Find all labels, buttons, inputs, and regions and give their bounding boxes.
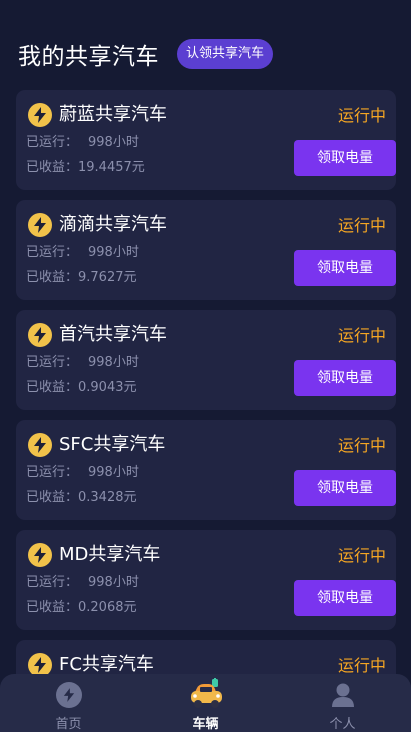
runtime-value: 998小时 — [88, 575, 139, 590]
lightning-icon — [55, 682, 82, 708]
user-icon — [331, 683, 354, 707]
car-name: 首汽共享汽车 — [59, 324, 167, 345]
car-card: 首汽共享汽车 运行中 已运行： 998小时 已收益：0.9043元 领取电量 — [16, 310, 396, 410]
tab-vehicles[interactable]: 车辆 — [151, 674, 261, 732]
earnings-text: 已收益：19.4457元 — [26, 160, 145, 175]
runtime-label: 已运行： — [26, 465, 79, 480]
claim-power-button[interactable]: 领取电量 — [294, 140, 396, 176]
tab-label: 车辆 — [192, 717, 219, 732]
runtime-value: 998小时 — [88, 355, 139, 370]
runtime-label: 已运行： — [26, 355, 79, 370]
car-card: SFC共享汽车 运行中 已运行： 998小时 已收益：0.3428元 领取电量 — [16, 420, 396, 520]
earnings-text: 已收益：9.7627元 — [26, 270, 137, 285]
lightning-icon — [28, 103, 52, 127]
runtime-text: 已运行： 998小时 — [26, 134, 139, 152]
runtime-value: 998小时 — [88, 135, 139, 150]
bottom-tab-bar: 首页 车辆 个人 — [0, 674, 411, 732]
car-name: SFC共享汽车 — [59, 434, 166, 455]
car-card: 蔚蓝共享汽车 运行中 已运行： 998小时 已收益：19.4457元 领取电量 — [16, 90, 396, 190]
status-text: 运行中 — [337, 216, 386, 235]
header: 我的共享汽车 认领共享汽车 — [18, 36, 274, 72]
car-name: MD共享汽车 — [59, 544, 161, 565]
claim-power-button[interactable]: 领取电量 — [294, 580, 396, 616]
lightning-icon — [28, 543, 52, 567]
lightning-icon — [28, 213, 52, 237]
earnings-text: 已收益：0.9043元 — [26, 380, 137, 395]
claim-shared-car-button[interactable]: 认领共享汽车 — [177, 39, 274, 69]
status-text: 运行中 — [337, 106, 386, 125]
claim-power-button[interactable]: 领取电量 — [294, 470, 396, 506]
status-text: 运行中 — [337, 326, 386, 345]
car-card: MD共享汽车 运行中 已运行： 998小时 已收益：0.2068元 领取电量 — [16, 530, 396, 630]
runtime-label: 已运行： — [26, 245, 79, 260]
tab-home[interactable]: 首页 — [14, 674, 124, 732]
tab-profile[interactable]: 个人 — [288, 674, 398, 732]
status-text: 运行中 — [337, 436, 386, 455]
tab-label: 首页 — [55, 717, 82, 732]
claim-power-button[interactable]: 领取电量 — [294, 250, 396, 286]
car-icon — [190, 678, 222, 708]
page: 我的共享汽车 认领共享汽车 蔚蓝共享汽车 运行中 已运行： 998小时 已收益：1… — [0, 0, 411, 732]
claim-power-button[interactable]: 领取电量 — [294, 360, 396, 396]
runtime-label: 已运行： — [26, 135, 79, 150]
runtime-text: 已运行： 998小时 — [26, 354, 139, 372]
runtime-text: 已运行： 998小时 — [26, 244, 139, 262]
car-card: 滴滴共享汽车 运行中 已运行： 998小时 已收益：9.7627元 领取电量 — [16, 200, 396, 300]
status-text: 运行中 — [337, 546, 386, 565]
earnings-text: 已收益：0.2068元 — [26, 600, 137, 615]
page-title: 我的共享汽车 — [18, 44, 159, 70]
runtime-text: 已运行： 998小时 — [26, 574, 139, 592]
tab-label: 个人 — [329, 717, 356, 732]
lightning-icon — [28, 323, 52, 347]
runtime-label: 已运行： — [26, 575, 79, 590]
car-name: 蔚蓝共享汽车 — [59, 104, 167, 125]
runtime-text: 已运行： 998小时 — [26, 464, 139, 482]
car-name: 滴滴共享汽车 — [59, 214, 167, 235]
earnings-text: 已收益：0.3428元 — [26, 490, 137, 505]
lightning-icon — [28, 433, 52, 457]
car-list: 蔚蓝共享汽车 运行中 已运行： 998小时 已收益：19.4457元 领取电量 滴… — [16, 90, 396, 732]
runtime-value: 998小时 — [88, 245, 139, 260]
runtime-value: 998小时 — [88, 465, 139, 480]
